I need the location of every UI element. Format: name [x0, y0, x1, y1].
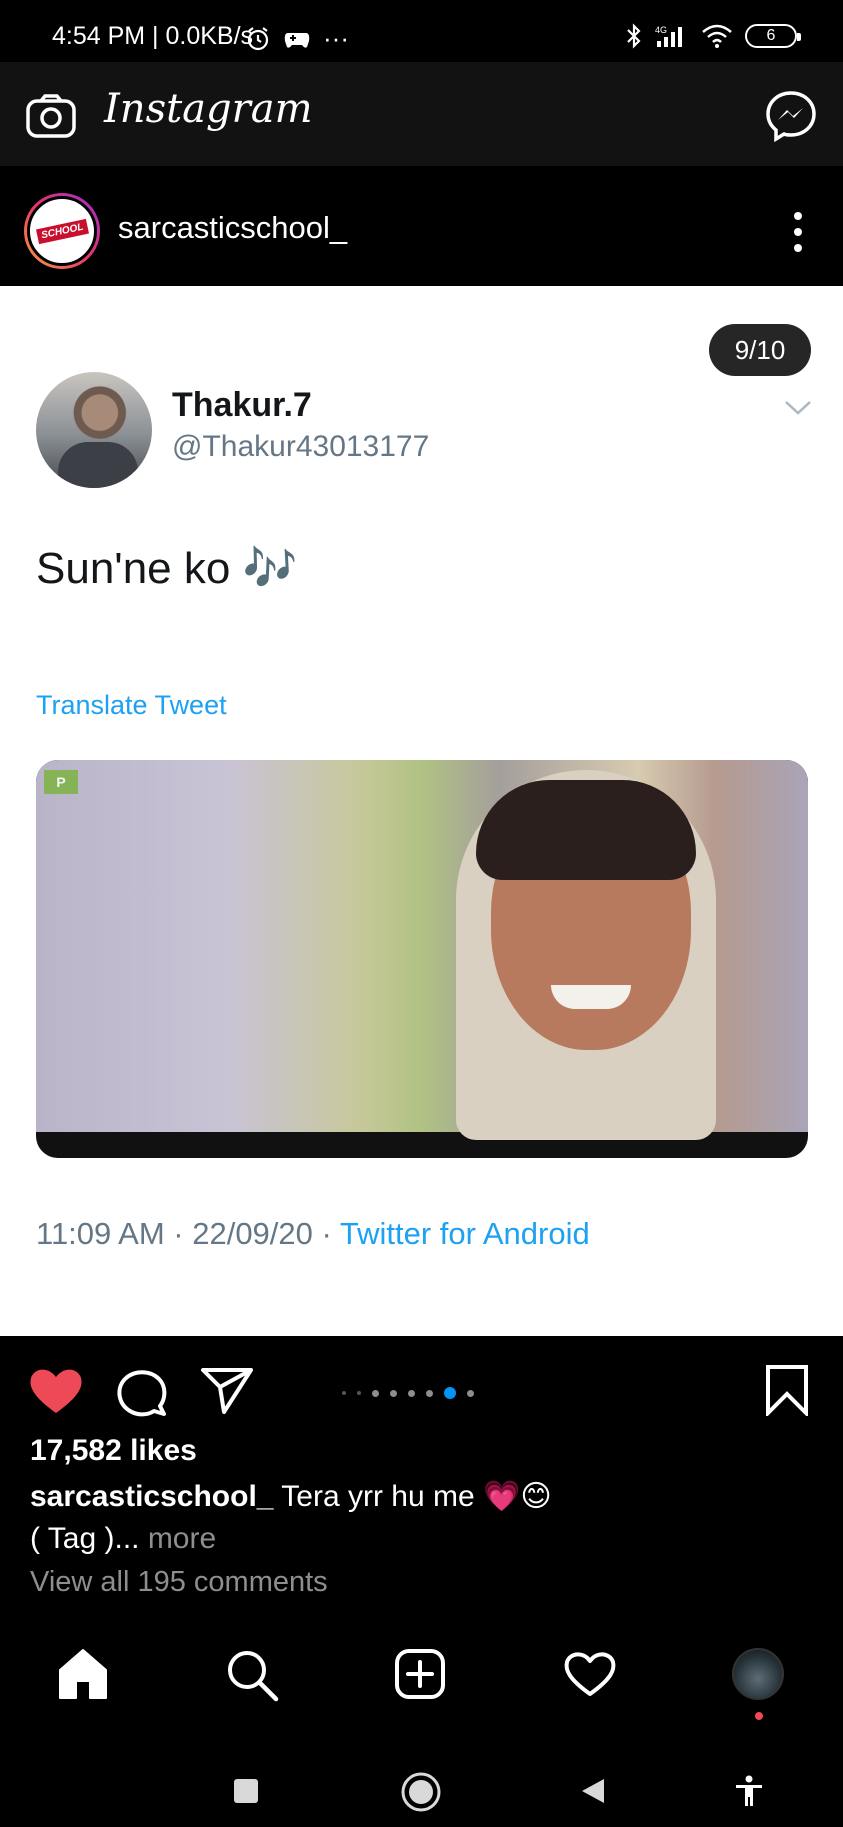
carousel-dot: [372, 1389, 379, 1397]
tweet-avatar: [36, 372, 152, 488]
media-hair: [476, 780, 696, 880]
tweet-media: P: [36, 760, 808, 1158]
carousel-dot-active: [444, 1387, 456, 1399]
carousel-dot: [342, 1391, 346, 1395]
battery-level: 6: [766, 27, 776, 44]
profile-avatar[interactable]: [732, 1648, 784, 1700]
accessibility-icon[interactable]: [734, 1775, 764, 1807]
post-header: SCHOOL sarcasticschool_: [0, 166, 843, 286]
messenger-icon[interactable]: [765, 90, 817, 142]
status-bar: 4:54 PM | 0.0KB/s ··· 4G 6: [0, 0, 843, 62]
bluetooth-icon: [627, 23, 641, 49]
tweet-meta: 11:09 AM · 22/09/20 · Twitter for Androi…: [36, 1216, 590, 1252]
post-image[interactable]: 9/10 Thakur.7 @Thakur43013177 Sun'ne ko …: [0, 286, 843, 1336]
more-status-icon: ···: [323, 23, 349, 53]
caption-username[interactable]: sarcasticschool_: [30, 1480, 273, 1513]
back-triangle-icon[interactable]: [580, 1777, 606, 1805]
carousel-dot: [426, 1389, 433, 1397]
post-actions: [0, 1336, 843, 1436]
search-icon[interactable]: [225, 1648, 279, 1702]
tweet-author-handle: @Thakur43013177: [172, 430, 430, 463]
carousel-dot: [467, 1389, 474, 1397]
post-avatar[interactable]: SCHOOL: [24, 193, 100, 269]
tweet-author-name: Thakur.7: [172, 386, 312, 424]
tweet-text: Sun'ne ko 🎶: [36, 544, 298, 593]
wifi-icon: [702, 24, 732, 48]
caption-more-link[interactable]: more: [139, 1522, 216, 1555]
media-smile: [551, 985, 631, 1009]
notification-dot: [755, 1712, 763, 1720]
system-nav-bar: [0, 1727, 843, 1827]
carousel-dot: [357, 1391, 361, 1395]
likes-count[interactable]: 17,582 likes: [30, 1434, 197, 1468]
carousel-dot: [390, 1389, 397, 1397]
alarm-icon: [247, 26, 269, 50]
recents-square-icon[interactable]: [234, 1779, 258, 1803]
page-counter: 9/10: [709, 324, 811, 376]
translate-tweet-link: Translate Tweet: [36, 690, 227, 720]
view-comments-link[interactable]: View all 195 comments: [30, 1566, 328, 1599]
battery-icon: 6: [745, 24, 801, 48]
svg-text:4G: 4G: [655, 25, 667, 35]
school-badge: SCHOOL: [35, 218, 89, 244]
bottom-nav: [0, 1620, 843, 1727]
bookmark-icon[interactable]: [764, 1364, 810, 1416]
caption-tag: ( Tag )...: [30, 1522, 140, 1555]
comment-icon[interactable]: [116, 1368, 168, 1418]
instagram-logo[interactable]: Instagram: [104, 86, 313, 132]
signal-icon: 4G: [655, 25, 682, 47]
status-time: 4:54 PM | 0.0KB/s: [52, 22, 254, 50]
more-options-icon[interactable]: [793, 212, 803, 252]
home-circle-icon[interactable]: [400, 1771, 442, 1813]
tweet-source: Twitter for Android: [339, 1216, 590, 1251]
activity-heart-icon[interactable]: [563, 1650, 617, 1698]
channel-logo: P: [44, 770, 78, 794]
chevron-down-icon: [785, 401, 811, 415]
add-post-icon[interactable]: [394, 1648, 446, 1700]
carousel-indicator: [342, 1387, 474, 1399]
post-caption: sarcasticschool_ Tera yrr hu me 💗😊 ( Tag…: [30, 1476, 820, 1560]
like-heart-icon[interactable]: [28, 1366, 84, 1416]
share-icon[interactable]: [200, 1366, 254, 1416]
post-username[interactable]: sarcasticschool_: [118, 210, 347, 246]
game-controller-icon: [284, 32, 310, 48]
app-header: Instagram: [0, 62, 843, 166]
carousel-dot: [408, 1389, 415, 1397]
caption-text: Tera yrr hu me 💗😊: [273, 1480, 552, 1513]
camera-icon[interactable]: [26, 94, 76, 138]
home-icon[interactable]: [56, 1648, 110, 1700]
tweet-timestamp: 11:09 AM · 22/09/20 ·: [36, 1216, 340, 1251]
